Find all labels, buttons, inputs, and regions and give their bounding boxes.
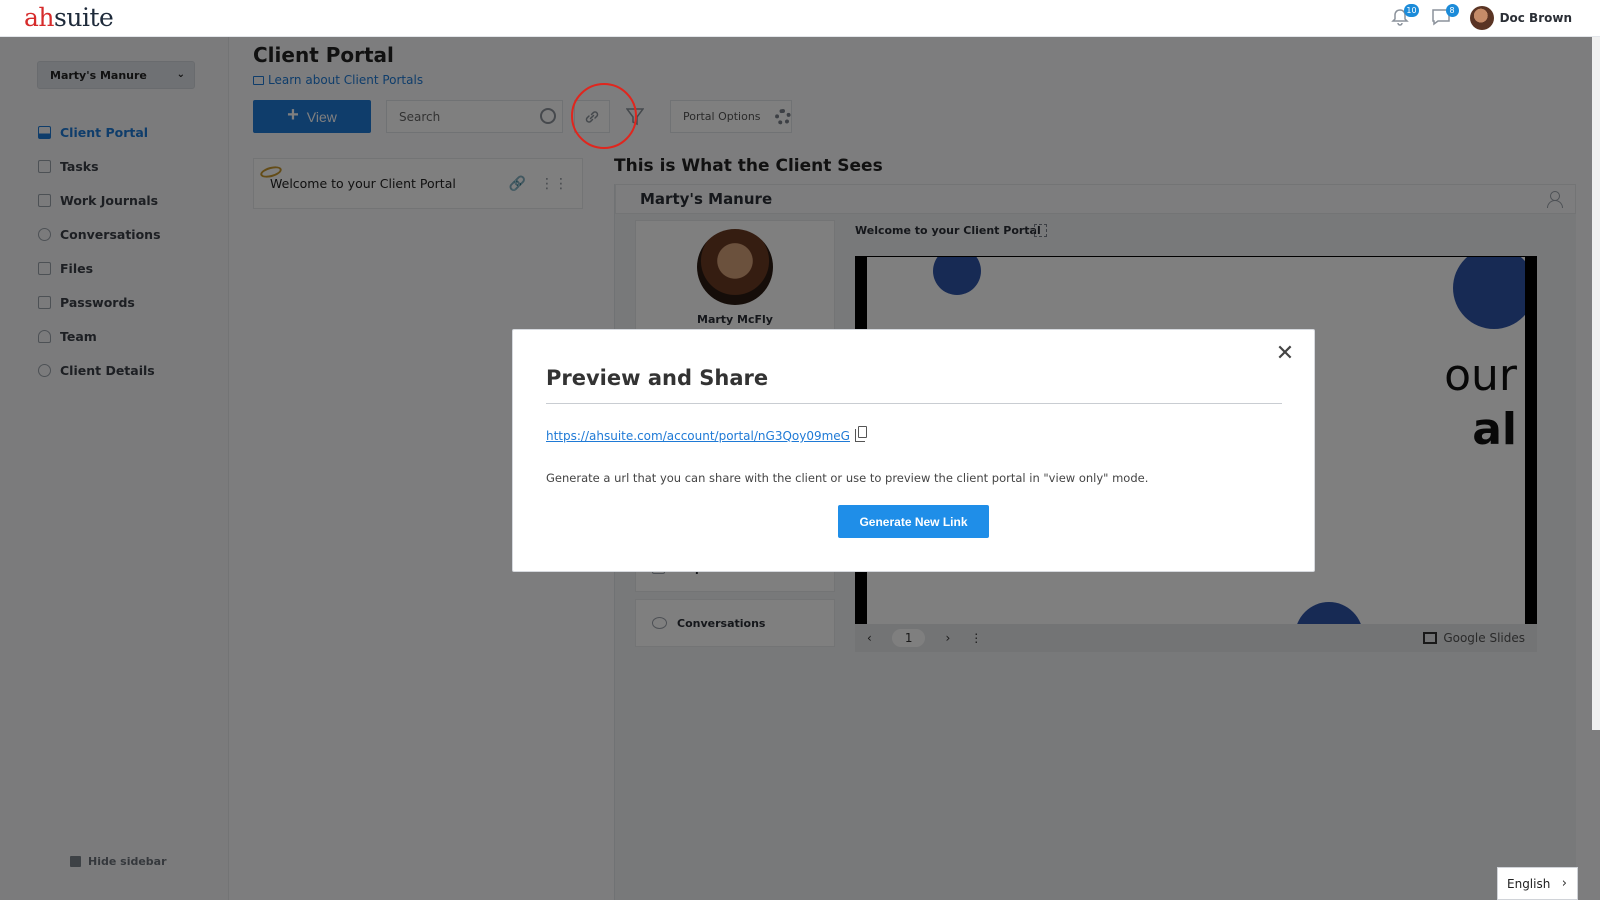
notification-bell-icon[interactable]: 10 (1390, 4, 1419, 29)
modal-title: Preview and Share (546, 366, 769, 390)
portal-url-link[interactable]: https://ahsuite.com/account/portal/nG3Qo… (546, 429, 850, 443)
messages-badge: 8 (1445, 4, 1459, 17)
scrollbar[interactable] (1592, 37, 1600, 730)
modal-description: Generate a url that you can share with t… (546, 471, 1149, 485)
app-logo[interactable]: ahsuite (24, 3, 114, 32)
divider (546, 403, 1282, 404)
close-icon[interactable]: ✕ (1274, 342, 1296, 364)
messages-icon[interactable]: 8 (1430, 4, 1459, 29)
avatar (1469, 6, 1494, 30)
language-selector[interactable]: English › (1497, 867, 1578, 900)
user-name: Doc Brown (1499, 11, 1572, 25)
top-icons: 10 8 Doc Brown (1390, 4, 1572, 30)
chevron-right-icon: › (1561, 876, 1567, 891)
top-bar: ahsuite 10 8 Doc Brown (0, 0, 1600, 37)
highlight-annotation (571, 83, 637, 149)
generate-new-link-button[interactable]: Generate New Link (838, 505, 989, 538)
user-menu[interactable]: Doc Brown (1469, 6, 1572, 30)
copy-icon[interactable] (855, 426, 867, 442)
preview-share-modal: Preview and Share ✕ https://ahsuite.com/… (512, 329, 1315, 572)
notification-badge: 10 (1404, 4, 1419, 17)
